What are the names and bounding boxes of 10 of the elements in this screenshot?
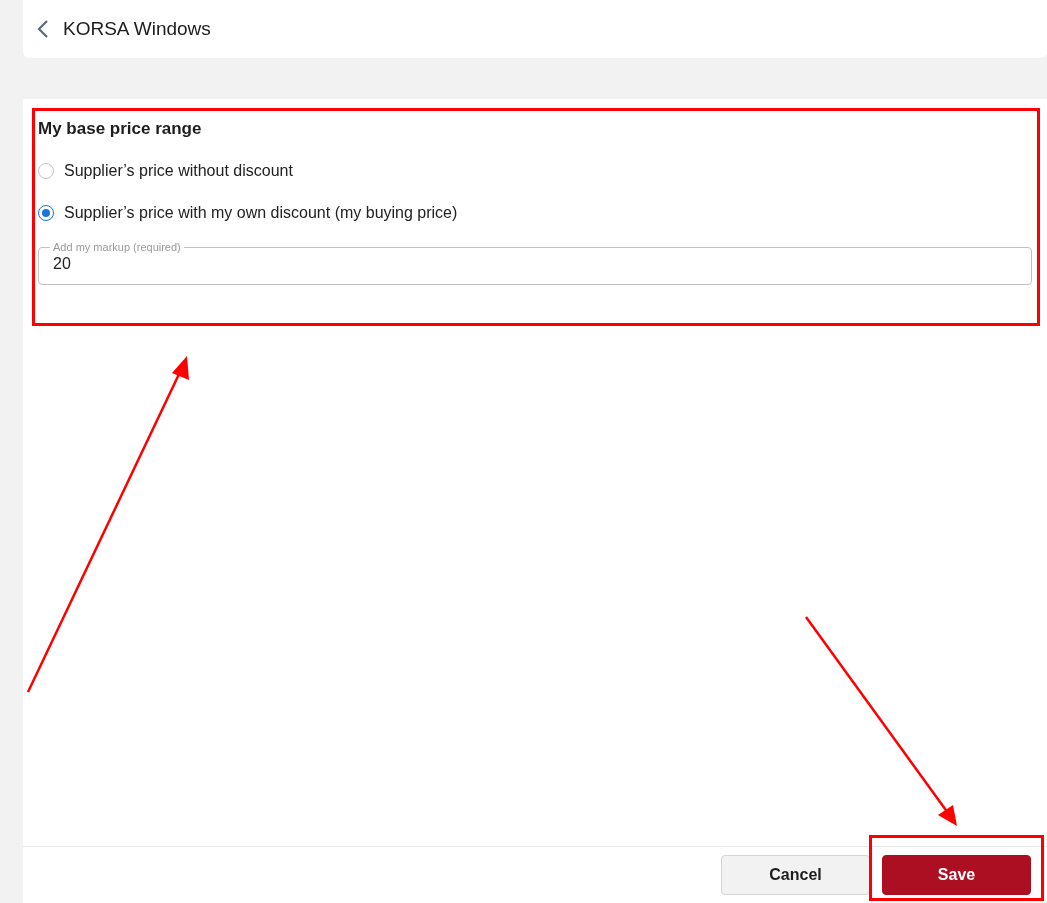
field-label: Add my markup (required): [52, 241, 182, 253]
section-title: My base price range: [38, 119, 203, 139]
option-label: Supplier’s price with my own discount (my buying price): [64, 204, 458, 222]
page-title: KORSA Windows: [63, 18, 211, 40]
save-button[interactable]: Save: [882, 855, 1031, 895]
cancel-button[interactable]: Cancel: [721, 855, 870, 895]
back-icon[interactable]: [37, 19, 49, 39]
field-value: 20: [53, 255, 72, 273]
markup-field[interactable]: Add my markup (required) 20: [38, 241, 1032, 285]
option-label: Supplier’s price without discount: [64, 162, 293, 180]
